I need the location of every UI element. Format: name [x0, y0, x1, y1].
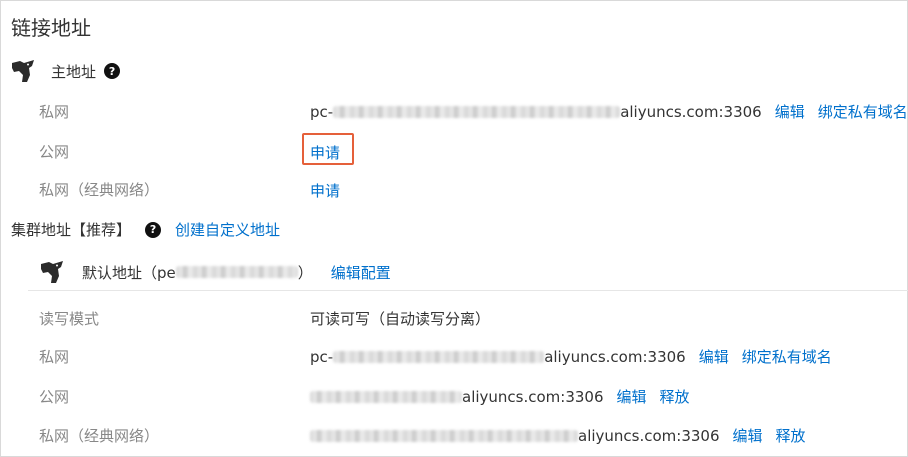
- rw-mode-value: 可读可写（自动读写分离）: [310, 310, 491, 328]
- default-address-name: 默认地址（pe: [82, 263, 176, 282]
- edit-link[interactable]: 编辑: [699, 346, 729, 367]
- rw-mode-label: 读写模式: [39, 310, 100, 328]
- cluster-classic-label: 私网（经典网络）: [39, 427, 160, 445]
- cluster-classic-value: aliyuncs.com:3306 编辑 释放: [310, 425, 806, 446]
- address-suffix: aliyuncs.com:3306: [544, 347, 686, 366]
- default-address-close: ）: [297, 263, 313, 282]
- primary-private-label: 私网: [39, 103, 70, 121]
- edit-link[interactable]: 编辑: [733, 425, 763, 446]
- create-custom-address-link[interactable]: 创建自定义地址: [175, 219, 280, 240]
- cluster-public-label: 公网: [39, 388, 70, 406]
- primary-address-header: 主地址 ?: [11, 59, 121, 83]
- default-address-header: 默认地址（pe ） 编辑配置: [40, 260, 391, 284]
- masked-address: [333, 350, 545, 363]
- polardb-logo-icon: [12, 60, 34, 82]
- help-question-icon[interactable]: ?: [145, 221, 162, 238]
- address-prefix: pc-: [310, 102, 334, 121]
- page-title: 链接地址: [11, 16, 91, 40]
- highlight-box: [302, 133, 354, 165]
- bind-private-domain-link[interactable]: 绑定私有域名: [818, 101, 908, 122]
- release-link[interactable]: 释放: [660, 386, 690, 407]
- divider: [28, 290, 908, 291]
- address-suffix: aliyuncs.com:3306: [578, 426, 720, 445]
- help-question-icon[interactable]: ?: [104, 63, 121, 79]
- primary-private-value: pc- aliyuncs.com:3306 编辑 绑定私有域名: [310, 101, 908, 122]
- primary-public-label: 公网: [39, 143, 70, 161]
- bind-private-domain-link[interactable]: 绑定私有域名: [742, 346, 832, 367]
- polardb-logo-icon: [41, 261, 63, 283]
- masked-address: [310, 390, 462, 403]
- edit-config-link[interactable]: 编辑配置: [331, 262, 391, 283]
- edit-link[interactable]: 编辑: [617, 386, 647, 407]
- address-suffix: aliyuncs.com:3306: [462, 387, 604, 406]
- cluster-private-label: 私网: [39, 348, 70, 366]
- primary-classic-label: 私网（经典网络）: [39, 181, 160, 199]
- masked-address: [333, 105, 621, 118]
- address-suffix: aliyuncs.com:3306: [620, 102, 762, 121]
- cluster-public-value: aliyuncs.com:3306 编辑 释放: [310, 386, 690, 407]
- masked-endpoint-id: [175, 266, 298, 278]
- cluster-address-heading: 集群地址【推荐】: [11, 221, 132, 239]
- address-prefix: pc-: [310, 347, 334, 366]
- cluster-private-value: pc- aliyuncs.com:3306 编辑 绑定私有域名: [310, 346, 832, 367]
- release-link[interactable]: 释放: [776, 425, 806, 446]
- apply-classic-link[interactable]: 申请: [310, 180, 340, 201]
- primary-address-heading: 主地址: [51, 62, 97, 81]
- link-address-panel: 链接地址 主地址 ? 私网 pc- aliyuncs.com:3306 编辑 绑…: [0, 0, 908, 457]
- masked-address: [310, 429, 578, 442]
- cluster-address-header: 集群地址【推荐】 ? 创建自定义地址: [11, 219, 280, 240]
- edit-link[interactable]: 编辑: [775, 101, 805, 122]
